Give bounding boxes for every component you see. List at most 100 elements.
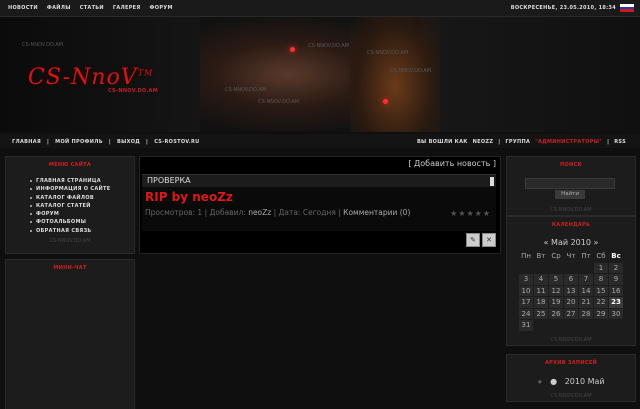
calendar-prev-link[interactable]: « [544,238,549,247]
rss-link[interactable]: RSS [614,139,626,145]
calendar-month[interactable]: Май 2010 [551,238,591,247]
menu-item[interactable]: Форум [30,210,134,218]
entry-views: 1 [197,208,203,217]
username-link[interactable]: neoZz [473,139,494,145]
group-label: Группа [505,139,531,145]
calendar-next-link[interactable]: » [594,238,599,247]
group-name: "Администраторы" [535,139,603,145]
calendar-day: 8 [594,274,608,285]
calendar-day-today[interactable]: 23 [609,297,623,308]
news-area: [ Добавить новость ] ПРОВЕРКА RIP by neo… [139,156,501,254]
archive-bullet-icon: ● [550,377,558,386]
calendar-day: 24 [519,308,533,319]
star-icon[interactable]: ★ [483,209,490,218]
entry-date: Сегодня [302,208,336,217]
watermark: CS-NNOV.DO.AM [390,68,432,74]
russian-flag-icon[interactable] [620,4,634,12]
calendar-day: 3 [519,274,533,285]
user-nav-bar: Главная | Мой профиль | Выход | CS-Rostov.R… [0,134,640,148]
watermark: CS-NNOV.DO.AM [367,50,409,56]
header-banner: CS-NnoVTM cs-nnov.do.am CS-NNOV.DO.AM CS… [0,17,640,132]
calendar-day: 27 [564,308,578,319]
user-nav-left: Главная | Мой профиль | Выход | CS-Rostov.R… [12,139,200,145]
menu-item[interactable]: Фотоальбомы [30,218,134,226]
weekday: Пн [521,252,531,261]
weekday-row: Пн Вт Ср Чт Пт Сб Вс [519,251,623,262]
nav-rostov-link[interactable]: CS-Rostov.Ru [154,139,199,145]
archive-link[interactable]: 2010 Май [565,377,605,386]
watermark: CS-NNOV.DO.AM [308,43,350,49]
nav-logout-link[interactable]: Выход [117,139,140,145]
calendar-day: 7 [579,274,593,285]
entry-comments-link[interactable]: Комментарии (0) [343,208,410,217]
star-icon[interactable]: ★ [458,209,465,218]
calendar-day: 15 [594,285,608,296]
entry-title[interactable]: RIP by neoZz [142,190,496,204]
weekday: Вт [536,252,546,261]
weekday: Пт [581,252,591,261]
calendar-day: 2 [609,262,623,273]
top-nav: Новости Файлы Статьи Галерея Форум [8,5,173,11]
top-nav-forum[interactable]: Форум [150,5,173,11]
calendar-day: 30 [609,308,623,319]
search-title: Поиск [560,162,582,168]
watermark: CS-NNOV.DO.AM [258,99,300,105]
welcome-text: Вы вошли как [416,139,468,145]
edit-icon[interactable]: ✎ [466,233,480,247]
calendar-day: 29 [594,308,608,319]
star-icon[interactable]: ★ [475,209,482,218]
calendar-day: 14 [579,285,593,296]
block-footer: CS-NNOV.DO.AM [49,238,91,245]
block-footer: CS-NNOV.DO.AM [550,337,592,343]
add-news-link[interactable]: [ Добавить новость ] [408,159,496,168]
entry-author[interactable]: neoZz [248,208,271,217]
calendar-day: 19 [549,297,563,308]
block-footer: CS-NNOV.DO.AM [550,393,592,399]
calendar-day: 16 [609,285,623,296]
calendar-day: 18 [534,297,548,308]
calendar-day: 20 [564,297,578,308]
site-logo[interactable]: CS-NnoVTM [28,65,153,90]
menu-item[interactable]: Обратная связь [30,227,134,235]
fire-glow [350,17,440,132]
top-nav-gallery[interactable]: Галерея [113,5,141,11]
calendar-grid: Пн Вт Ср Чт Пт Сб Вс 12 3456789 10 11 12 13… [518,250,624,332]
delete-icon[interactable]: ✕ [482,233,496,247]
weekday: Вс [611,252,621,261]
search-block: Поиск Найти CS-NNOV.DO.AM [506,156,636,216]
site-menu-list: Главная страница Информация о сайте Ката… [30,177,134,235]
menu-item[interactable]: Каталог файлов [30,194,134,202]
calendar-day: 10 [519,285,533,296]
calendar-block: Календарь « Май 2010 » Пн Вт Ср Чт Пт Сб… [506,216,636,346]
top-nav-news[interactable]: Новости [8,5,38,11]
archive-title: Архив записей [544,360,598,366]
search-button[interactable]: Найти [555,190,585,199]
calendar-month-nav: « Май 2010 » [507,238,635,247]
search-input[interactable] [525,178,615,189]
nav-home-link[interactable]: Главная [12,139,41,145]
entry-meta: Просмотров: 1 | Добавил: neoZz | Дата: С… [145,208,411,217]
calendar-day: 21 [579,297,593,308]
calendar-day: 12 [549,285,563,296]
rating-stars[interactable]: ★ ★ ★ ★ ★ [450,209,490,218]
menu-item[interactable]: Главная страница [30,177,134,185]
menu-item[interactable]: Информация о сайте [30,185,134,193]
watermark: CS-NNOV.DO.AM [225,87,267,93]
archive-entry: ✧ ● 2010 Май [507,377,635,386]
block-footer: CS-NNOV.DO.AM [550,207,592,213]
entry-category: ПРОВЕРКА [142,175,496,187]
top-nav-articles[interactable]: Статьи [80,5,104,11]
weekday: Ср [551,252,561,261]
entry-category-label[interactable]: ПРОВЕРКА [147,176,191,185]
star-icon[interactable]: ★ [466,209,473,218]
archive-block: Архив записей ✧ ● 2010 Май CS-NNOV.DO.AM [506,354,636,402]
top-bar: Новости Файлы Статьи Галерея Форум Воскр… [0,0,640,17]
calendar-day: 4 [534,274,548,285]
star-icon[interactable]: ★ [450,209,457,218]
calendar-day: 1 [594,262,608,273]
date-time: Воскресенье, 23.05.2010, 18:34 [510,5,616,11]
top-nav-files[interactable]: Файлы [47,5,71,11]
user-nav-right: Вы вошли как neoZz | Группа "Администрат… [416,139,626,145]
nav-profile-link[interactable]: Мой профиль [55,139,103,145]
menu-item[interactable]: Каталог статей [30,202,134,210]
